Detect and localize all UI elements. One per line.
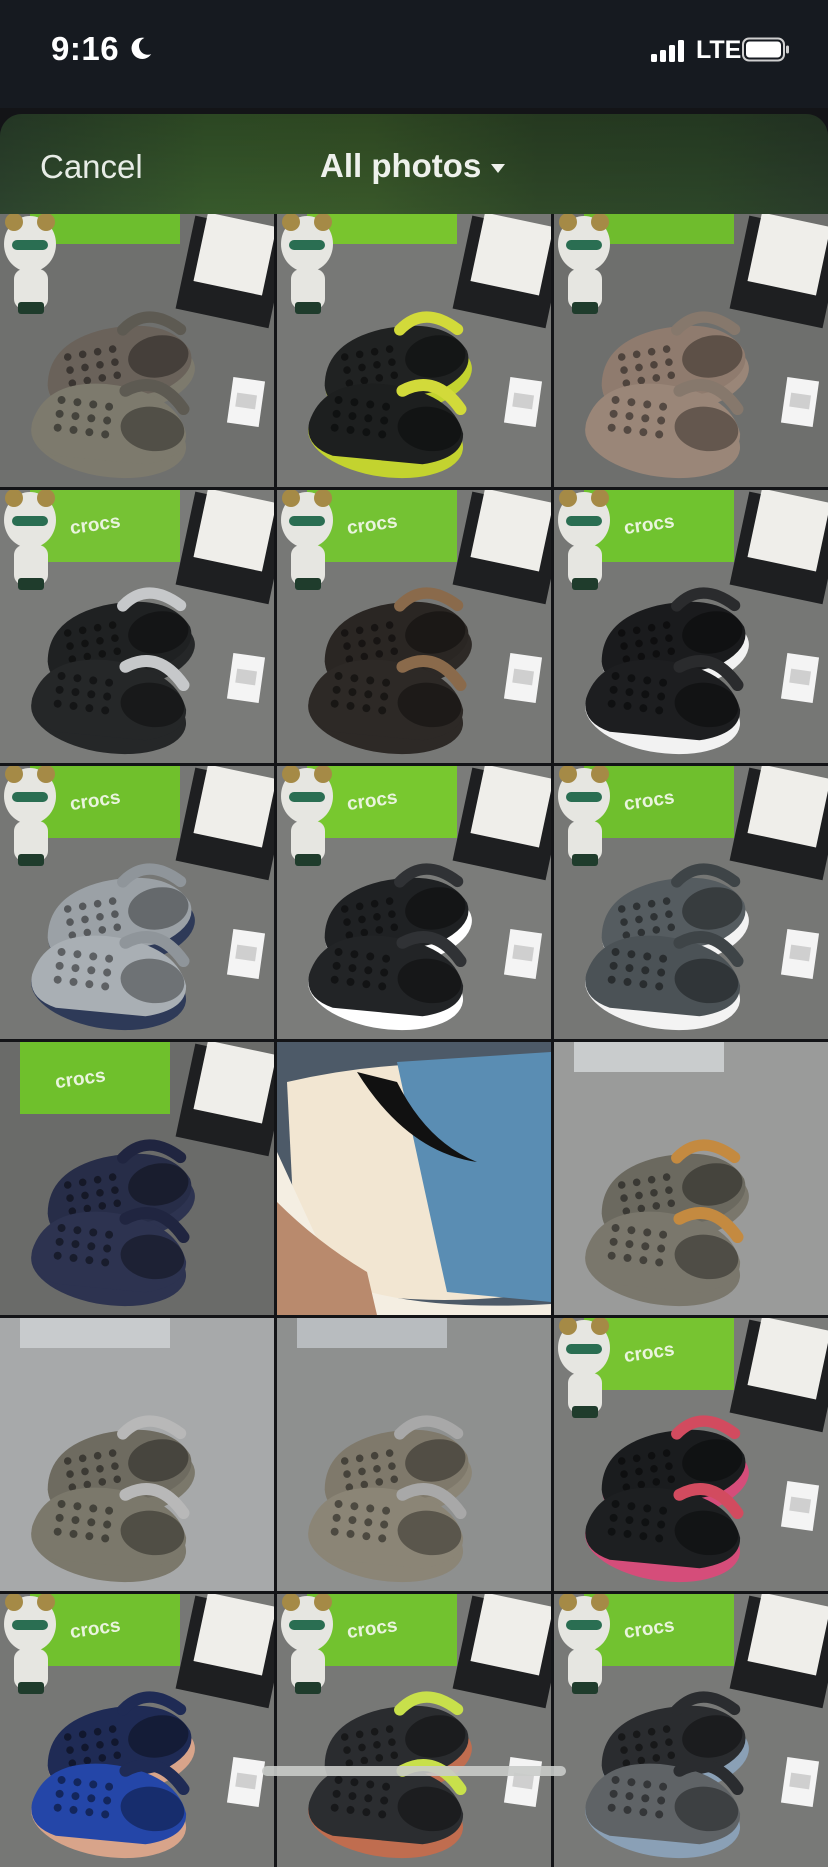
photo-thumbnail[interactable] — [277, 1042, 551, 1315]
photo-thumbnail[interactable]: crocs — [0, 1042, 274, 1315]
battery-icon — [742, 37, 789, 62]
photo-thumbnail[interactable]: crocs — [554, 1594, 828, 1867]
moon-icon — [131, 37, 152, 59]
photo-thumbnail[interactable] — [277, 214, 551, 487]
photo-thumbnail[interactable]: crocs — [554, 766, 828, 1039]
photo-thumbnail[interactable]: crocs — [277, 766, 551, 1039]
photo-thumbnail[interactable]: crocs — [277, 1594, 551, 1867]
photo-thumbnail[interactable]: crocs — [0, 766, 274, 1039]
status-bar: 9:16 LTE — [0, 0, 828, 108]
network-type: LTE — [696, 36, 742, 64]
photo-thumbnail[interactable]: crocs — [0, 1594, 274, 1867]
photo-thumbnail[interactable] — [0, 1318, 274, 1591]
caret-down-icon — [491, 163, 506, 173]
home-indicator — [262, 1766, 566, 1776]
photo-thumbnail[interactable] — [554, 1042, 828, 1315]
photo-thumbnail[interactable] — [0, 214, 274, 487]
photo-thumbnail[interactable]: crocs — [277, 490, 551, 763]
photo-thumbnail[interactable]: crocs — [554, 490, 828, 763]
album-title: All photos — [320, 147, 482, 184]
photo-thumbnail[interactable] — [277, 1318, 551, 1591]
photo-thumbnail[interactable] — [554, 214, 828, 487]
photo-grid: crocs crocs crocs crocs crocs crocs crocs crocs… — [0, 214, 828, 1867]
album-selector[interactable]: All photos — [320, 147, 506, 185]
photo-thumbnail[interactable]: crocs — [0, 490, 274, 763]
status-time: 9:16 — [51, 30, 120, 67]
cancel-button[interactable]: Cancel — [40, 148, 143, 186]
photo-picker-header: Cancel All photos — [0, 114, 828, 214]
photo-thumbnail[interactable]: crocs — [554, 1318, 828, 1591]
signal-icon — [651, 40, 684, 62]
